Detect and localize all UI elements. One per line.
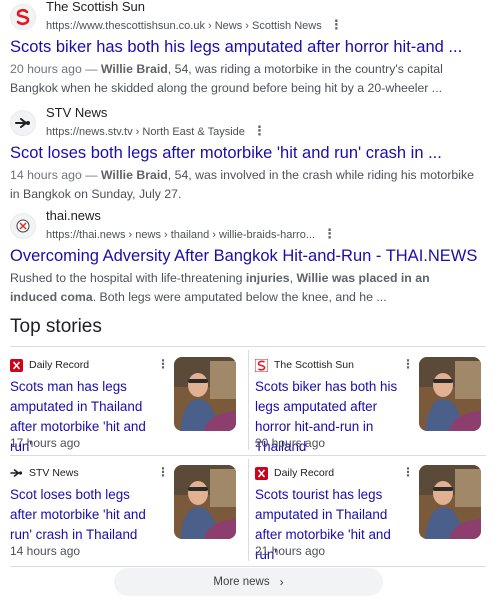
story-card[interactable]: Daily Record ⋮ Scots man has legs amputa… xyxy=(10,357,242,457)
story-source: Daily Record xyxy=(29,359,90,371)
result-source-name: STV News xyxy=(46,104,108,120)
search-result: STV News https://news.stv.tv › North Eas… xyxy=(10,104,480,204)
daily-record-logo-icon xyxy=(10,358,23,372)
more-options-icon[interactable]: ⋮ xyxy=(157,465,169,479)
result-title-link[interactable]: Scot loses both legs after motorbike 'hi… xyxy=(10,142,480,164)
story-time: 14 hours ago xyxy=(10,544,81,558)
story-source: The Scottish Sun xyxy=(274,359,354,371)
search-result: thai.news https://thai.news › news › tha… xyxy=(10,207,480,307)
more-options-icon[interactable]: ⋮ xyxy=(330,17,343,32)
story-thumbnail[interactable] xyxy=(174,465,236,539)
story-card[interactable]: The Scottish Sun ⋮ Scots biker has both … xyxy=(255,357,487,457)
divider xyxy=(10,566,486,567)
result-snippet: 20 hours ago — Willie Braid, 54, was rid… xyxy=(10,62,443,95)
divider xyxy=(10,346,486,347)
result-url: https://news.stv.tv › North East & Taysi… xyxy=(46,126,245,139)
more-options-icon[interactable]: ⋮ xyxy=(402,357,414,371)
more-options-icon[interactable]: ⋮ xyxy=(402,465,414,479)
result-source-row[interactable]: The Scottish Sun https://www.thescottish… xyxy=(10,0,480,33)
result-snippet: Rushed to the hospital with life-threate… xyxy=(10,271,430,304)
more-news-button[interactable]: More news › xyxy=(114,568,383,596)
story-card[interactable]: STV News ⋮ Scot loses both legs after mo… xyxy=(10,465,242,565)
story-thumbnail[interactable] xyxy=(419,357,481,431)
scottish-sun-logo-icon xyxy=(10,4,36,30)
story-thumbnail[interactable] xyxy=(174,357,236,431)
stv-logo-icon xyxy=(10,110,36,136)
result-source-name: The Scottish Sun xyxy=(46,0,145,14)
stv-logo-icon xyxy=(10,467,23,480)
result-url: https://thai.news › news › thailand › wi… xyxy=(46,229,315,242)
more-options-icon[interactable]: ⋮ xyxy=(323,226,336,241)
thai-news-logo-icon xyxy=(10,213,36,239)
story-source: STV News xyxy=(29,467,79,479)
story-source: Daily Record xyxy=(274,467,335,479)
more-options-icon[interactable]: ⋮ xyxy=(253,123,266,138)
story-thumbnail[interactable] xyxy=(419,465,481,539)
result-title-link[interactable]: Scots biker has both his legs amputated … xyxy=(10,36,480,58)
result-snippet: 14 hours ago — Willie Braid, 54, was inv… xyxy=(10,168,474,201)
result-title-link[interactable]: Overcoming Adversity After Bangkok Hit-a… xyxy=(10,245,480,267)
top-stories-heading: Top stories xyxy=(10,316,102,337)
divider xyxy=(248,350,249,450)
more-news-label: More news xyxy=(213,576,270,588)
story-title[interactable]: Scot loses both legs after motorbike 'hi… xyxy=(10,485,160,545)
story-card[interactable]: Daily Record ⋮ Scots tourist has legs am… xyxy=(255,465,487,565)
story-time: 20 hours ago xyxy=(255,436,326,450)
story-time: 21 hours ago xyxy=(255,544,326,558)
story-time: 17 hours ago xyxy=(10,436,81,450)
result-source-row[interactable]: thai.news https://thai.news › news › tha… xyxy=(10,207,480,242)
result-url: https://www.thescottishsun.co.uk › News … xyxy=(46,20,322,33)
scottish-sun-logo-icon xyxy=(255,358,268,372)
divider xyxy=(248,459,249,561)
result-source-row[interactable]: STV News https://news.stv.tv › North Eas… xyxy=(10,104,480,139)
chevron-right-icon: › xyxy=(279,575,284,589)
result-source-name: thai.news xyxy=(46,207,101,223)
search-result: The Scottish Sun https://www.thescottish… xyxy=(10,0,480,98)
daily-record-logo-icon xyxy=(255,466,268,480)
more-options-icon[interactable]: ⋮ xyxy=(157,357,169,371)
